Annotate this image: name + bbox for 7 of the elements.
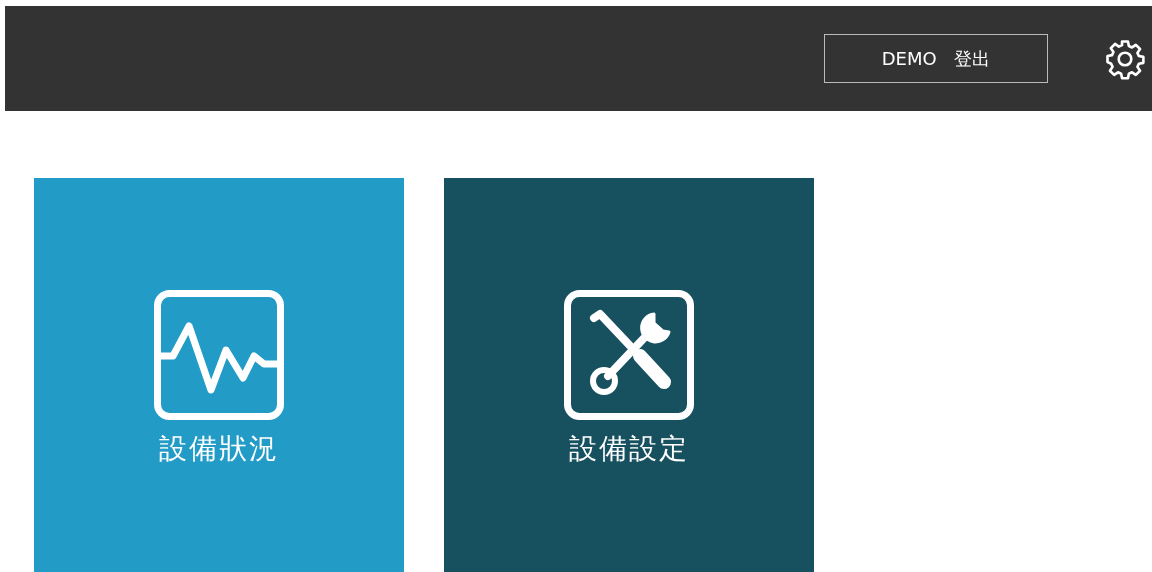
tools-icon [564, 290, 694, 420]
pulse-monitor-icon [154, 290, 284, 420]
tile-label: 設備設定 [569, 431, 689, 467]
menu-tile[interactable]: 設備設定 [444, 178, 814, 572]
logout-button[interactable]: DEMO 登出 [824, 34, 1048, 83]
tile-label: 設備狀況 [159, 431, 279, 467]
settings-icon[interactable] [1104, 37, 1146, 80]
